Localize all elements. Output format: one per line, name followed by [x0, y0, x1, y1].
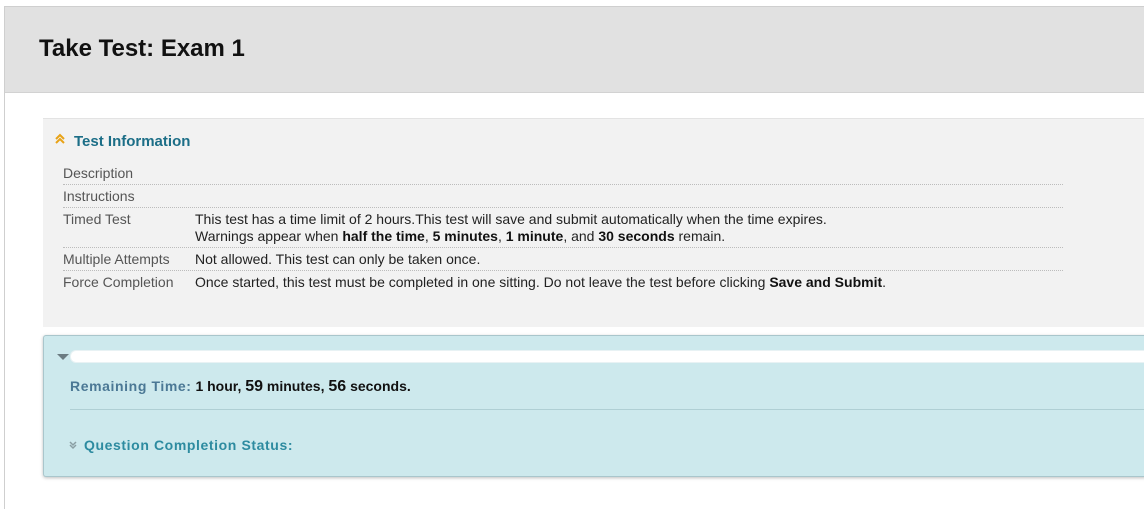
info-value [195, 188, 1063, 205]
info-row-description: Description [63, 162, 1063, 185]
remaining-minutes: 59 [245, 378, 264, 395]
question-completion-status-toggle[interactable]: Question Completion Status: [68, 437, 293, 453]
warning-suffix: remain. [674, 228, 726, 244]
info-row-instructions: Instructions [63, 185, 1063, 208]
test-information-table: Description Instructions Timed Test This… [63, 162, 1063, 293]
seconds-unit: seconds. [346, 378, 411, 394]
question-completion-status-label: Question Completion Status: [84, 437, 294, 453]
test-information-panel: Test Information Description Instruction… [43, 118, 1144, 327]
timer-panel: Remaining Time: 1 hour, 59 minutes, 56 s… [43, 335, 1144, 477]
warning-separator: , [497, 228, 506, 244]
warning-30-seconds: 30 seconds [598, 228, 675, 244]
warning-separator: , [424, 228, 433, 244]
minutes-unit: minutes, [263, 378, 329, 394]
info-row-multiple-attempts: Multiple Attempts Not allowed. This test… [63, 248, 1063, 271]
info-label: Multiple Attempts [63, 251, 170, 267]
time-progress-bar [70, 350, 1144, 363]
warning-5-minutes: 5 minutes [432, 228, 498, 244]
timed-test-line-2: Warnings appear when half the time, 5 mi… [195, 228, 1063, 245]
double-chevron-down-icon [69, 441, 77, 450]
info-label: Instructions [63, 188, 135, 204]
info-label: Description [63, 165, 134, 181]
hours-unit: hour, [203, 378, 246, 394]
info-row-timed-test: Timed Test This test has a time limit of… [63, 208, 1063, 248]
info-value: Not allowed. This test can only be taken… [195, 251, 481, 267]
info-value: This test has a time limit of 2 hours.Th… [195, 211, 1063, 245]
info-label: Force Completion [63, 274, 174, 290]
page-frame: Take Test: Exam 1 Test Information Descr… [4, 6, 1144, 509]
page-title: Take Test: Exam 1 [39, 35, 245, 62]
remaining-time-label: Remaining Time: [70, 378, 192, 394]
page-header: Take Test: Exam 1 [5, 7, 1144, 93]
timer-divider [70, 409, 1144, 410]
info-row-force-completion: Force Completion Once started, this test… [63, 271, 1063, 293]
force-completion-suffix: . [882, 274, 887, 290]
warning-half-time: half the time [342, 228, 425, 244]
timed-test-line-1: This test has a time limit of 2 hours.Th… [195, 211, 827, 227]
save-and-submit-emphasis: Save and Submit [769, 274, 883, 290]
info-value [195, 165, 1063, 182]
info-value: Once started, this test must be complete… [195, 274, 1063, 291]
remaining-time: Remaining Time: 1 hour, 59 minutes, 56 s… [70, 378, 411, 396]
warning-separator: , and [563, 228, 599, 244]
info-label: Timed Test [63, 211, 131, 227]
force-completion-text: Once started, this test must be complete… [195, 274, 770, 290]
collapse-triangle-icon[interactable] [57, 354, 69, 360]
warning-prefix: Warnings appear when [195, 228, 343, 244]
test-information-toggle[interactable]: Test Information [53, 133, 190, 150]
test-information-heading: Test Information [74, 133, 191, 150]
warning-1-minute: 1 minute [505, 228, 564, 244]
double-chevron-up-icon [55, 133, 65, 144]
remaining-seconds: 56 [328, 378, 347, 395]
